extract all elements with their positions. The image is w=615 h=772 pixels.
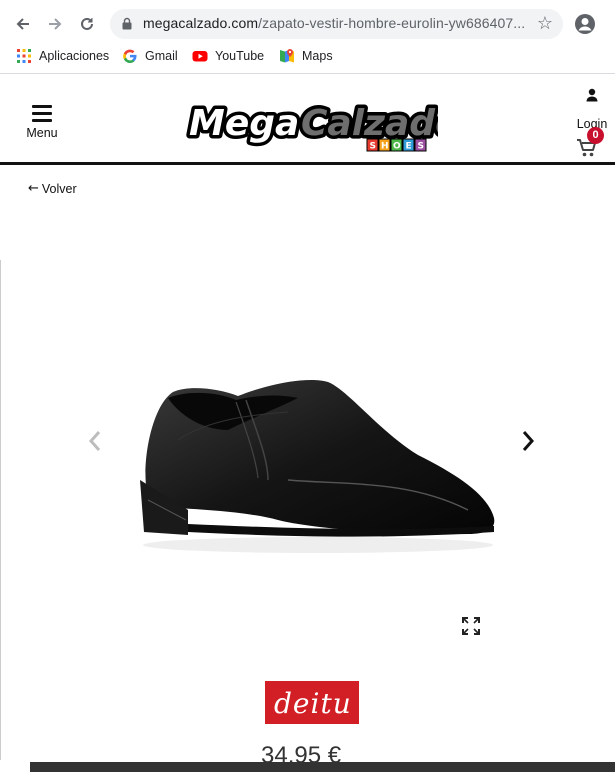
bottom-bar — [30, 762, 615, 772]
bookmark-star-icon[interactable]: ☆ — [537, 13, 553, 34]
chevron-left-icon[interactable] — [87, 429, 103, 453]
cart-count-badge: 0 — [587, 127, 604, 144]
back-link[interactable]: ← Volver — [28, 181, 77, 196]
bookmark-gmail[interactable]: Gmail — [122, 48, 178, 64]
bookmarks-bar: Aplicaciones Gmail YouTube Maps — [0, 44, 615, 70]
profile-avatar-icon[interactable] — [574, 13, 596, 35]
menu-label: Menu — [26, 126, 58, 140]
apps-grid-icon — [17, 49, 31, 63]
bookmark-apps[interactable]: Aplicaciones — [16, 48, 109, 64]
cart-button[interactable]: 0 — [576, 127, 606, 159]
svg-text:E: E — [406, 142, 412, 152]
user-icon — [586, 88, 598, 102]
brand-label: deitu — [274, 687, 352, 720]
maps-pin-icon — [280, 49, 294, 63]
login-button[interactable]: Login — [572, 88, 612, 131]
fullscreen-expand-icon[interactable] — [462, 617, 480, 635]
svg-text:Mega: Mega — [189, 103, 299, 144]
svg-text:S: S — [370, 142, 376, 152]
chevron-right-icon[interactable] — [520, 429, 536, 453]
address-bar[interactable]: megacalzado.com/zapato-vestir-hombre-eur… — [110, 9, 563, 39]
svg-text:S: S — [418, 142, 424, 152]
lock-icon — [122, 17, 132, 30]
url-text: megacalzado.com/zapato-vestir-hombre-eur… — [143, 15, 526, 31]
svg-text:O: O — [393, 142, 401, 152]
back-label: Volver — [41, 181, 77, 196]
svg-text:H: H — [381, 142, 389, 152]
google-g-icon — [123, 49, 137, 63]
browser-chrome: megacalzado.com/zapato-vestir-hombre-eur… — [0, 0, 615, 74]
bookmark-youtube[interactable]: YouTube — [192, 48, 264, 64]
site-logo[interactable]: Mega Mega Calzado Calzado S H O E S — [186, 97, 463, 153]
back-arrow-icon[interactable] — [12, 13, 34, 35]
svg-text:Calzado: Calzado — [301, 103, 438, 144]
site-header: Menu Mega Mega Calzado Calzado S H O E S — [0, 75, 615, 165]
bookmark-maps[interactable]: Maps — [279, 48, 333, 64]
youtube-icon — [192, 51, 208, 62]
brand-logo[interactable]: deitu — [265, 681, 359, 724]
product-image — [140, 379, 495, 553]
left-arrow-icon: ← — [28, 181, 39, 196]
forward-arrow-icon[interactable] — [44, 13, 66, 35]
hamburger-icon — [24, 105, 60, 122]
reload-icon[interactable] — [76, 13, 98, 35]
product-gallery — [0, 290, 615, 590]
menu-button[interactable]: Menu — [24, 105, 60, 140]
